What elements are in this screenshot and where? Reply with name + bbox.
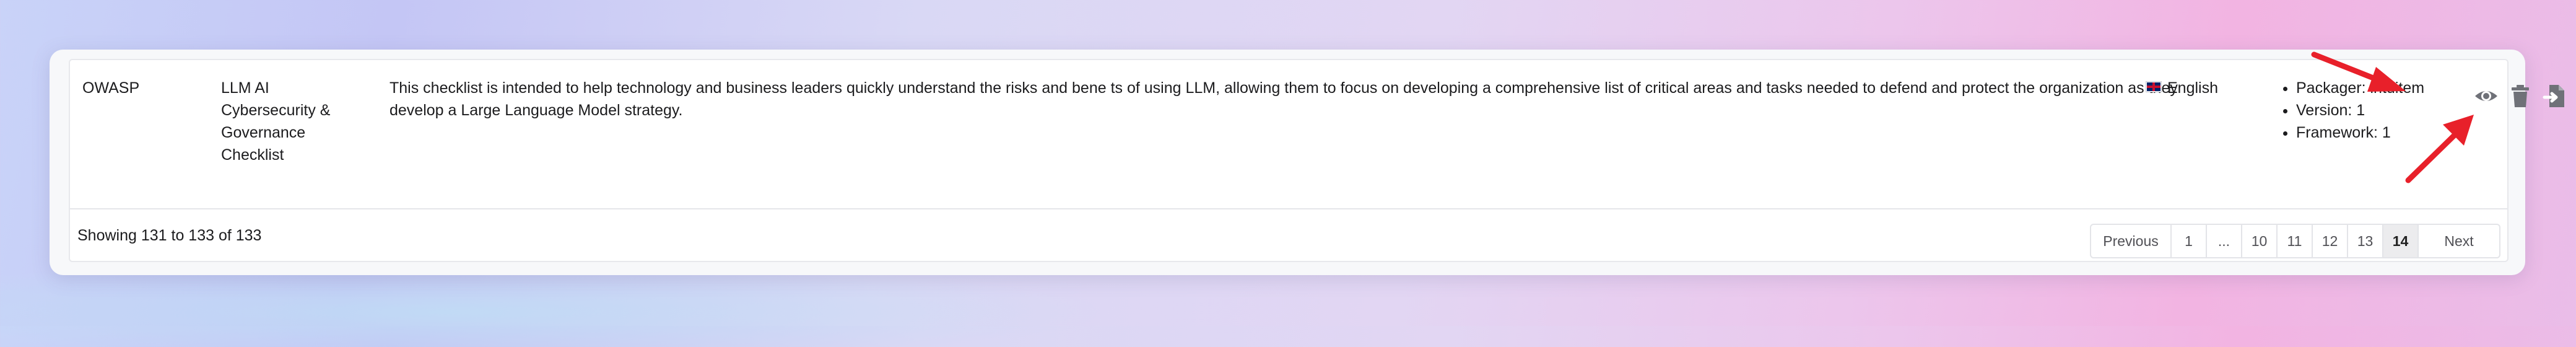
cell-meta: Packager: intuitem Version: 1 Framework:… xyxy=(2276,77,2425,144)
page-10[interactable]: 10 xyxy=(2242,225,2278,257)
cell-description: This checklist is intended to help techn… xyxy=(389,79,2178,119)
import-button[interactable] xyxy=(2542,84,2567,108)
page-13[interactable]: 13 xyxy=(2348,225,2383,257)
meta-packager: Packager: intuitem xyxy=(2296,77,2425,99)
trash-icon xyxy=(2512,85,2529,107)
eye-icon xyxy=(2475,91,2497,101)
delete-button[interactable] xyxy=(2508,84,2533,108)
uk-flag-icon xyxy=(2146,81,2162,92)
page-12[interactable]: 12 xyxy=(2313,225,2348,257)
page-next[interactable]: Next xyxy=(2419,225,2499,257)
pagination: Previous 1 ... 10 11 12 13 14 Next xyxy=(2090,224,2500,258)
page-previous[interactable]: Previous xyxy=(2091,225,2172,257)
import-file-icon xyxy=(2543,85,2564,107)
page-11[interactable]: 11 xyxy=(2278,225,2313,257)
table-row: OWASP LLM AI Cybersecurity & Governance … xyxy=(70,60,2564,209)
table-card: OWASP LLM AI Cybersecurity & Governance … xyxy=(50,50,2564,275)
page-ellipsis: ... xyxy=(2207,225,2242,257)
cell-author: OWASP xyxy=(82,79,140,97)
page-14[interactable]: 14 xyxy=(2383,225,2419,257)
language-label: English xyxy=(2167,79,2218,97)
meta-version: Version: 1 xyxy=(2296,99,2425,121)
cell-language: English xyxy=(2146,77,2218,99)
meta-framework: Framework: 1 xyxy=(2296,121,2425,144)
page-1[interactable]: 1 xyxy=(2172,225,2207,257)
table-footer: Showing 131 to 133 of 133 Previous 1 ...… xyxy=(70,209,2507,261)
table-container: OWASP LLM AI Cybersecurity & Governance … xyxy=(69,59,2564,262)
cell-name: LLM AI Cybersecurity & Governance Checkl… xyxy=(221,79,331,164)
view-button[interactable] xyxy=(2474,84,2499,108)
showing-count: Showing 131 to 133 of 133 xyxy=(77,227,262,244)
